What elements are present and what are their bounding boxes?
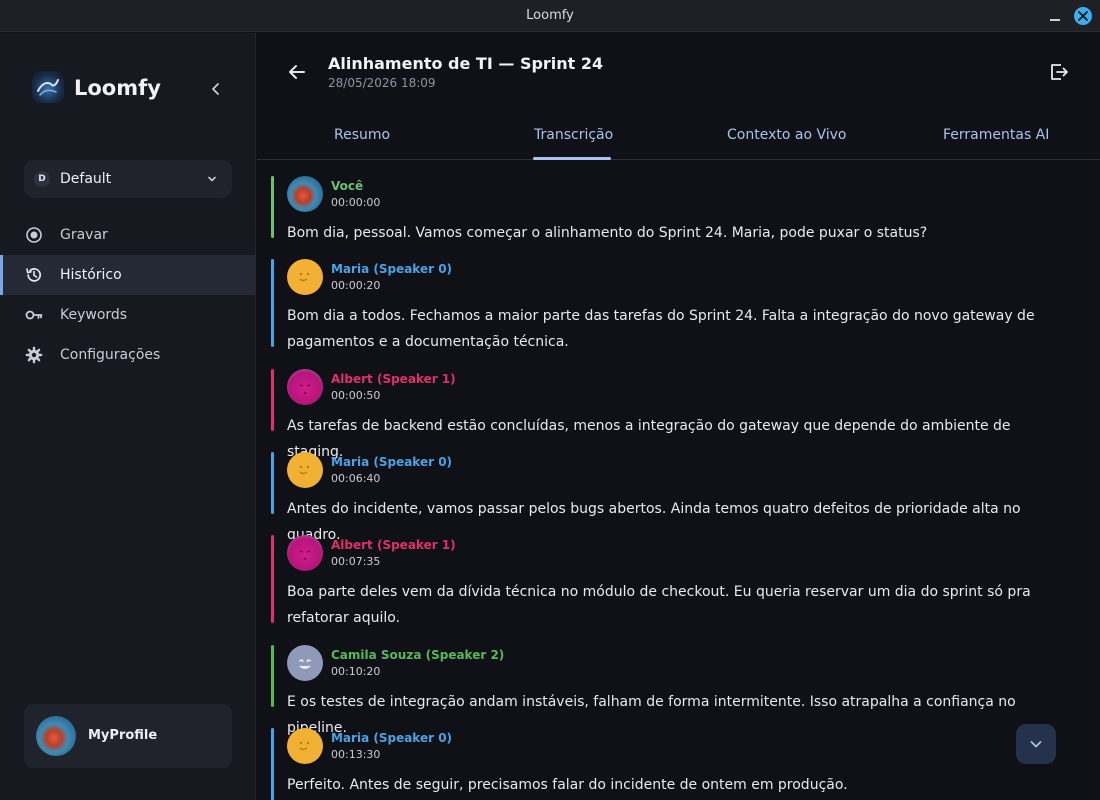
back-button[interactable] — [286, 61, 308, 83]
transcript-entry: Camila Souza (Speaker 2) 00:10:20 E os t… — [271, 645, 1071, 736]
sidebar-item-label: Keywords — [60, 307, 128, 323]
user-name: MyProfile — [88, 728, 158, 743]
transcript-entry: Albert (Speaker 1) 00:07:35 Boa parte de… — [271, 535, 1071, 626]
avatar — [287, 645, 323, 681]
sidebar-item-historico[interactable]: Histórico — [0, 255, 256, 295]
speaker-name: Albert (Speaker 1) — [331, 372, 456, 386]
sidebar-item-label: Histórico — [60, 267, 122, 283]
collapse-sidebar-button[interactable] — [206, 79, 226, 99]
key-icon — [25, 310, 43, 320]
speaker-name: Maria (Speaker 0) — [331, 455, 453, 469]
timestamp: 00:00:50 — [331, 389, 381, 402]
speaker-name: Albert (Speaker 1) — [331, 538, 456, 552]
timestamp: 00:10:20 — [331, 665, 381, 678]
main-panel: Alinhamento de TI — Sprint 24 28/05/2026… — [257, 33, 1100, 800]
transcript-entry: Maria (Speaker 0) 00:00:20 Bom dia a tod… — [271, 259, 1071, 350]
avatar — [287, 259, 323, 295]
tab-transcricao[interactable]: Transcrição — [534, 127, 613, 143]
transcript-entry: Albert (Speaker 1) 00:00:50 As tarefas d… — [271, 369, 1071, 460]
tab-bar: Resumo Transcrição Contexto ao Vivo Ferr… — [257, 113, 1100, 160]
avatar — [287, 535, 323, 571]
avatar — [287, 728, 323, 764]
timestamp: 00:00:00 — [331, 196, 381, 209]
chevron-down-icon — [1030, 741, 1042, 748]
close-button[interactable] — [1074, 7, 1092, 25]
arrow-left-icon — [289, 65, 305, 79]
transcript-entry: Maria (Speaker 0) 00:06:40 Antes do inci… — [271, 452, 1071, 543]
speaker-name: Maria (Speaker 0) — [331, 731, 453, 745]
speaker-name: Camila Souza (Speaker 2) — [331, 648, 505, 662]
transcript-entry: Você 00:00:00 Bom dia, pessoal. Vamos co… — [271, 176, 1071, 241]
tab-contexto-ao-vivo[interactable]: Contexto ao Vivo — [727, 127, 846, 143]
speaker-bar — [271, 259, 274, 347]
speaker-bar — [271, 369, 274, 431]
user-profile-card[interactable]: MyProfile — [24, 704, 232, 768]
avatar — [287, 369, 323, 405]
avatar — [287, 176, 323, 212]
chevron-down-icon — [208, 176, 216, 182]
tab-ferramentas-ai[interactable]: Ferramentas AI — [943, 127, 1049, 143]
window-titlebar: Loomfy — [0, 0, 1100, 32]
timestamp: 00:00:20 — [331, 279, 381, 292]
speaker-bar — [271, 452, 274, 514]
chevron-left-icon — [212, 83, 219, 95]
profile-badge: D — [34, 171, 50, 187]
export-icon — [1051, 64, 1068, 80]
sidebar-item-label: Gravar — [60, 227, 108, 243]
timestamp: 00:06:40 — [331, 472, 381, 485]
sidebar-item-gravar[interactable]: Gravar — [0, 215, 256, 255]
speaker-bar — [271, 728, 274, 800]
meeting-date: 28/05/2026 18:09 — [328, 76, 436, 90]
speaker-name: Maria (Speaker 0) — [331, 262, 453, 276]
scroll-to-bottom-button[interactable] — [1016, 724, 1056, 764]
tab-resumo[interactable]: Resumo — [334, 127, 390, 143]
transcript-list: Você 00:00:00 Bom dia, pessoal. Vamos co… — [257, 161, 1100, 800]
sidebar-item-label: Configurações — [60, 347, 161, 363]
minimize-button[interactable] — [1048, 8, 1062, 22]
timestamp: 00:07:35 — [331, 555, 381, 568]
profile-name: Default — [60, 171, 112, 187]
export-button[interactable] — [1048, 61, 1070, 83]
history-icon — [26, 268, 42, 282]
record-icon — [26, 227, 42, 243]
active-tab-indicator — [533, 157, 611, 160]
speaker-bar — [271, 645, 274, 707]
sidebar: Loomfy D Default Gravar Histórico Keywor… — [0, 33, 256, 800]
transcript-text: Bom dia, pessoal. Vamos começar o alinha… — [287, 225, 928, 241]
avatar — [36, 716, 76, 756]
page-title: Alinhamento de TI — Sprint 24 — [328, 54, 604, 73]
window-title: Loomfy — [526, 8, 574, 23]
speaker-name: Você — [331, 179, 364, 193]
app-brand: Loomfy — [74, 76, 161, 100]
speaker-bar — [271, 535, 274, 623]
close-icon — [1078, 11, 1088, 21]
gear-icon — [25, 346, 43, 364]
app-logo — [32, 71, 64, 103]
transcript-entry: Maria (Speaker 0) 00:13:30 Perfeito. Ant… — [271, 728, 1071, 800]
sidebar-item-configuracoes[interactable]: Configurações — [0, 335, 256, 375]
transcript-text: Bom dia a todos. Fechamos a maior parte … — [287, 308, 1035, 350]
timestamp: 00:13:30 — [331, 748, 381, 761]
profile-dropdown[interactable]: D Default — [24, 160, 232, 198]
transcript-text: Perfeito. Antes de seguir, precisamos fa… — [287, 777, 848, 793]
speaker-bar — [271, 176, 274, 238]
sidebar-item-keywords[interactable]: Keywords — [0, 295, 256, 335]
transcript-text: Boa parte deles vem da dívida técnica no… — [287, 584, 1031, 626]
avatar — [287, 452, 323, 488]
